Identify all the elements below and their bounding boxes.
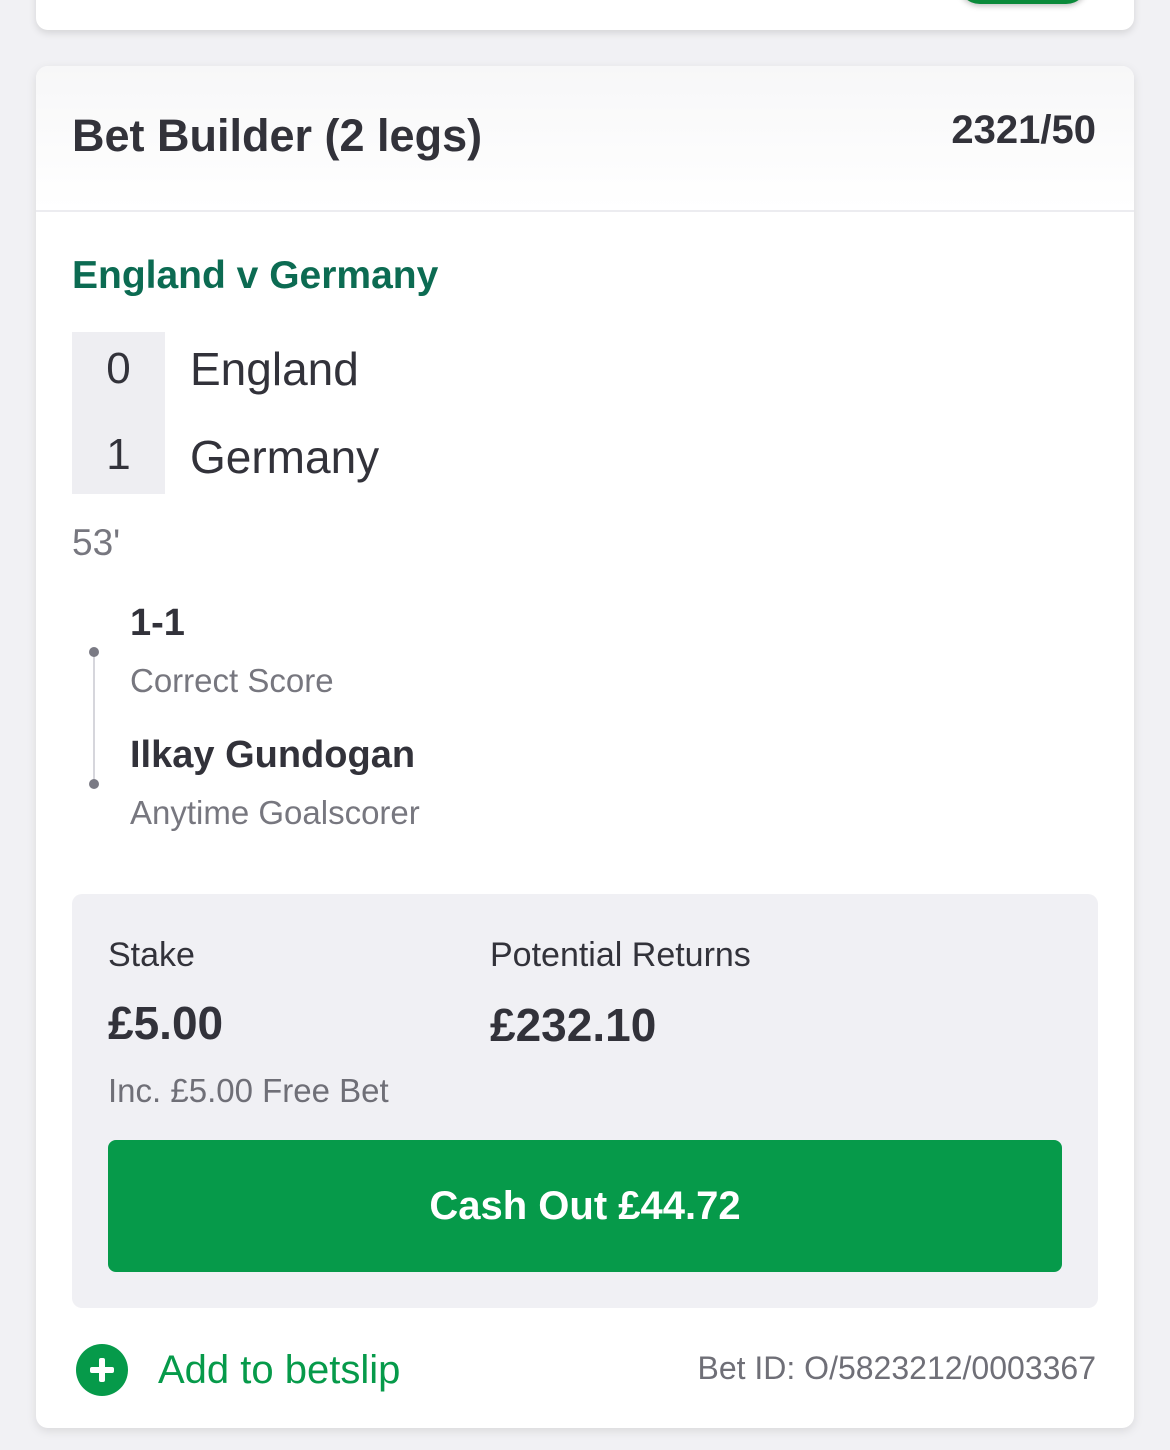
potential-returns-value: £232.10 xyxy=(490,999,657,1051)
leg-selection: Ilkay Gundogan xyxy=(130,734,416,776)
bet-title: Bet Builder (2 legs) xyxy=(72,110,483,161)
leg-selection: 1-1 xyxy=(130,602,185,644)
bet-summary: Stake £5.00 Potential Returns £232.10 In… xyxy=(72,894,1098,1308)
away-score: 1 xyxy=(106,430,131,479)
away-team: Germany xyxy=(190,431,380,483)
home-team: England xyxy=(190,343,359,395)
leg-dot xyxy=(89,779,99,789)
home-score: 0 xyxy=(106,344,131,393)
cash-out-button[interactable]: Cash Out £44.72 xyxy=(108,1140,1062,1272)
match-name[interactable]: England v Germany xyxy=(72,254,438,298)
bet-odds: 2321/50 xyxy=(951,108,1096,152)
leg-market: Anytime Goalscorer xyxy=(130,794,420,831)
free-bet-note: Inc. £5.00 Free Bet xyxy=(108,1072,389,1109)
previous-bet-card xyxy=(36,0,1134,30)
legs-connector xyxy=(93,652,95,784)
leg-market: Correct Score xyxy=(130,662,334,699)
potential-returns-label: Potential Returns xyxy=(490,936,751,974)
stake-label: Stake xyxy=(108,936,195,974)
leg-dot xyxy=(89,647,99,657)
add-to-betslip-link[interactable]: Add to betslip xyxy=(76,1342,400,1398)
match-clock: 53' xyxy=(72,522,121,563)
bet-card: Bet Builder (2 legs) 2321/50 England v G… xyxy=(36,66,1134,1428)
stake-value: £5.00 xyxy=(108,997,224,1049)
scoreboard: 0 1 xyxy=(72,332,165,494)
add-to-betslip-label: Add to betslip xyxy=(158,1347,401,1392)
plus-circle-icon xyxy=(76,1344,128,1396)
previous-card-button[interactable] xyxy=(958,0,1088,4)
bet-card-header: Bet Builder (2 legs) 2321/50 xyxy=(36,66,1134,212)
bet-id: Bet ID: O/5823212/0003367 xyxy=(697,1350,1096,1386)
